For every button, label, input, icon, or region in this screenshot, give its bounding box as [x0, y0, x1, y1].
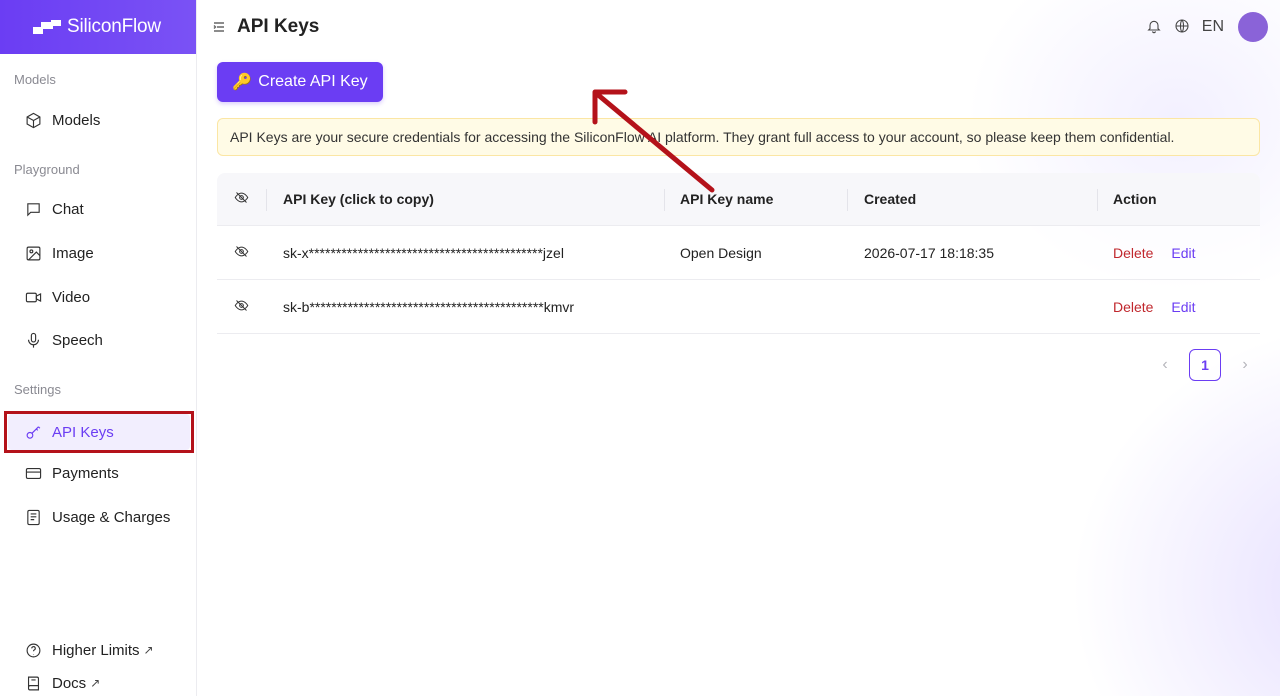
api-keys-table: API Key (click to copy) API Key name Cre… — [217, 173, 1260, 334]
column-header-action: Action — [1113, 191, 1157, 207]
eye-off-icon — [234, 298, 249, 316]
microphone-icon — [24, 331, 42, 349]
column-header-created: Created — [864, 191, 917, 207]
page-title: API Keys — [237, 16, 320, 37]
pagination: ‹ 1 › — [1149, 349, 1261, 381]
receipt-icon — [24, 508, 42, 526]
key-emoji-icon: 🔑 — [232, 74, 253, 91]
sidebar-item-chat[interactable]: Chat — [8, 191, 190, 227]
sidebar-item-docs[interactable]: Docs ↗ — [8, 665, 190, 696]
api-key-name: Open Design — [680, 244, 762, 261]
language-selector[interactable]: EN — [1202, 18, 1224, 36]
sidebar-item-api-keys[interactable]: API Keys — [8, 414, 190, 450]
column-header-name: API Key name — [680, 191, 774, 207]
sidebar-item-video[interactable]: Video — [8, 279, 190, 315]
next-page-button[interactable]: › — [1229, 349, 1261, 381]
external-link-icon: ↗ — [90, 676, 101, 690]
edit-button[interactable]: Edit — [1171, 299, 1195, 315]
column-header-key: API Key (click to copy) — [283, 191, 434, 207]
api-key-created: 2026-07-17 18:18:35 — [864, 244, 994, 261]
delete-button[interactable]: Delete — [1113, 299, 1153, 315]
toggle-visibility-all[interactable] — [217, 190, 266, 208]
top-bar: API Keys EN — [197, 0, 1280, 54]
column-divider — [1097, 189, 1098, 211]
sidebar-item-image[interactable]: Image — [8, 235, 190, 271]
bell-icon[interactable] — [1146, 18, 1164, 36]
eye-off-icon — [234, 190, 249, 208]
sidebar-item-higher-limits[interactable]: Higher Limits ↗ — [8, 632, 190, 668]
video-camera-icon — [24, 288, 42, 306]
sidebar-item-label: Usage & Charges — [52, 508, 171, 526]
api-key-value[interactable]: sk-x************************************… — [266, 245, 664, 261]
eye-off-icon — [234, 244, 249, 262]
top-right-actions: EN — [1146, 12, 1268, 42]
toggle-key-visibility[interactable] — [217, 244, 266, 262]
image-icon — [24, 244, 42, 262]
column-divider — [847, 189, 848, 211]
sidebar-item-speech[interactable]: Speech — [8, 322, 190, 358]
toggle-key-visibility[interactable] — [217, 298, 266, 316]
delete-button[interactable]: Delete — [1113, 245, 1153, 261]
brand-header[interactable]: SiliconFlow — [0, 0, 196, 54]
sidebar-item-usage[interactable]: Usage & Charges — [8, 499, 190, 535]
section-label-models: Models — [14, 72, 56, 87]
prev-page-button[interactable]: ‹ — [1149, 349, 1181, 381]
sidebar-item-label: Image — [52, 244, 94, 262]
security-notice: API Keys are your secure credentials for… — [217, 118, 1260, 156]
sidebar-item-label: API Keys — [52, 423, 114, 441]
sidebar: SiliconFlow Models Models Playground Cha… — [0, 0, 197, 696]
table-row: sk-b************************************… — [217, 280, 1260, 334]
page-button-current[interactable]: 1 — [1189, 349, 1221, 381]
sidebar-item-label: Docs — [52, 674, 87, 692]
row-actions: Delete Edit — [1097, 299, 1260, 315]
menu-collapse-icon[interactable] — [213, 20, 225, 32]
sidebar-item-label: Higher Limits — [52, 641, 140, 659]
create-api-key-button[interactable]: 🔑 Create API Key — [217, 62, 383, 102]
app-root: SiliconFlow Models Models Playground Cha… — [0, 0, 1280, 696]
avatar[interactable] — [1238, 12, 1268, 42]
globe-icon[interactable] — [1174, 18, 1192, 36]
row-actions: Delete Edit — [1097, 245, 1260, 261]
column-divider — [664, 189, 665, 211]
sidebar-item-models[interactable]: Models — [8, 102, 190, 138]
sidebar-item-label: Video — [52, 288, 91, 306]
create-api-key-label: Create API Key — [258, 73, 368, 90]
section-label-playground: Playground — [14, 162, 80, 177]
sidebar-item-label: Chat — [52, 200, 84, 218]
sidebar-item-label: Speech — [52, 331, 103, 349]
main-content: API Keys EN 🔑 Create API Key API Keys ar… — [197, 0, 1280, 696]
sidebar-item-label: Payments — [52, 464, 119, 482]
brand-name: SiliconFlow — [67, 16, 161, 37]
external-link-icon: ↗ — [143, 643, 154, 657]
table-row: sk-x************************************… — [217, 226, 1260, 280]
api-key-value[interactable]: sk-b************************************… — [266, 299, 664, 315]
sidebar-item-label: Models — [52, 111, 101, 129]
help-circle-icon — [24, 641, 42, 659]
notice-text: API Keys are your secure credentials for… — [230, 129, 1175, 145]
section-label-settings: Settings — [14, 382, 61, 397]
credit-card-icon — [24, 464, 42, 482]
book-icon — [24, 674, 42, 692]
chat-bubble-icon — [24, 200, 42, 218]
cube-icon — [24, 111, 42, 129]
sidebar-item-payments[interactable]: Payments — [8, 455, 190, 491]
key-icon — [24, 423, 42, 441]
table-header: API Key (click to copy) API Key name Cre… — [217, 173, 1260, 226]
column-divider — [266, 189, 267, 211]
edit-button[interactable]: Edit — [1171, 245, 1195, 261]
siliconflow-logo-icon — [33, 20, 61, 34]
